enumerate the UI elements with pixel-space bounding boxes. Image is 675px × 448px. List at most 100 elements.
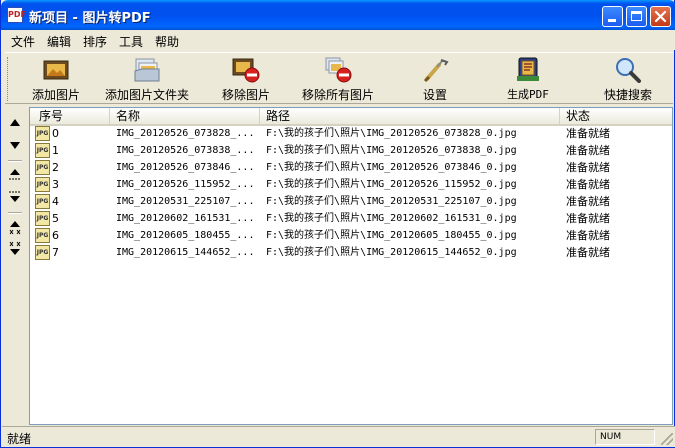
row-path: F:\我的孩子们\照片\IMG_20120602_161531_0.jpg [266,213,517,224]
remove-all-label: 移除所有图片 [301,88,374,102]
row-path: F:\我的孩子们\照片\IMG_20120526_115952_0.jpg [266,179,517,190]
app-window: PDF 新项目 - 图片转PDF 文件 编辑 排序 工具 帮助 添加图片 添加图… [0,0,675,448]
column-status[interactable]: 状态 [560,108,672,125]
row-index: 0 [52,127,59,140]
jpg-file-icon: JPG [35,177,50,192]
resize-grip-icon[interactable] [661,433,673,445]
jpg-file-icon: JPG [35,228,50,243]
move-top-button[interactable] [4,164,26,186]
add-folder-button[interactable]: 添加图片文件夹 [103,53,191,103]
jpg-file-icon: JPG [35,211,50,226]
column-index[interactable]: 序号 [30,108,110,125]
minimize-icon [608,19,616,22]
table-row[interactable]: JPG 6 IMG_20120605_180455_... F:\我的孩子们\照… [30,227,672,244]
maximize-button[interactable] [626,6,647,27]
row-name: IMG_20120531_225107_... [116,196,255,207]
row-name: IMG_20120526_073838_... [116,145,255,156]
menu-bar: 文件 编辑 排序 工具 帮助 [2,30,675,50]
settings-icon [423,59,449,83]
jpg-file-icon: JPG [35,160,50,175]
row-path: F:\我的孩子们\照片\IMG_20120531_225107_0.jpg [266,196,517,207]
row-index: 2 [52,161,59,174]
sort-up-button[interactable] [4,216,26,238]
row-status: 准备就绪 [566,246,610,259]
generate-pdf-label: 生成PDF [507,88,549,101]
settings-button[interactable]: 设置 [407,53,463,103]
add-folder-label: 添加图片文件夹 [104,88,189,102]
close-button[interactable] [650,6,671,27]
row-path: F:\我的孩子们\照片\IMG_20120526_073838_0.jpg [266,145,517,156]
remove-image-label: 移除图片 [221,88,270,102]
generate-pdf-button[interactable]: 生成PDF [493,53,563,103]
row-name: IMG_20120526_115952_... [116,179,255,190]
row-index: 1 [52,144,59,157]
menu-help[interactable]: 帮助 [155,33,179,50]
row-index: 4 [52,195,59,208]
row-status: 准备就绪 [566,161,610,174]
row-index: 3 [52,178,59,191]
window-title: 新项目 - 图片转PDF [29,11,151,26]
row-name: IMG_20120526_073828_... [116,128,255,139]
minimize-button[interactable] [602,6,623,27]
arrow-down-icon [10,142,20,149]
table-row[interactable]: JPG 7 IMG_20120615_144652_... F:\我的孩子们\照… [30,244,672,261]
move-up-button[interactable] [4,112,26,134]
row-path: F:\我的孩子们\照片\IMG_20120526_073846_0.jpg [266,162,517,173]
menu-tools[interactable]: 工具 [119,33,143,50]
add-image-button[interactable]: 添加图片 [25,53,87,103]
settings-label: 设置 [422,88,447,102]
toolbar: 添加图片 添加图片文件夹 移除图片 移除所有图片 设置 生成PDF 快捷搜索 [5,52,673,104]
row-name: IMG_20120526_073846_... [116,162,255,173]
row-path: F:\我的孩子们\照片\IMG_20120615_144652_0.jpg [266,247,517,258]
table-row[interactable]: JPG 2 IMG_20120526_073846_... F:\我的孩子们\照… [30,159,672,176]
table-row[interactable]: JPG 5 IMG_20120602_161531_... F:\我的孩子们\照… [30,210,672,227]
toolbar-grip[interactable] [7,57,10,101]
sort-down-button[interactable] [4,238,26,260]
remove-image-button[interactable]: 移除图片 [215,53,277,103]
sort-desc-icon [9,241,21,255]
move-bottom-button[interactable] [4,186,26,208]
row-path: F:\我的孩子们\照片\IMG_20120526_073828_0.jpg [266,128,517,139]
jpg-file-icon: JPG [35,126,50,141]
sidebar-separator [8,160,22,162]
jpg-file-icon: JPG [35,194,50,209]
column-name[interactable]: 名称 [110,108,260,125]
app-logo-icon[interactable]: PDF [7,7,26,23]
row-name: IMG_20120615_144652_... [116,247,255,258]
table-row[interactable]: JPG 3 IMG_20120526_115952_... F:\我的孩子们\照… [30,176,672,193]
status-bar: 就绪 NUM [2,426,675,447]
remove-all-button[interactable]: 移除所有图片 [295,53,381,103]
table-row[interactable]: JPG 4 IMG_20120531_225107_... F:\我的孩子们\照… [30,193,672,210]
close-icon [654,10,667,23]
row-index: 5 [52,212,59,225]
menu-edit[interactable]: 编辑 [47,33,71,50]
generate-pdf-icon [517,57,539,81]
column-path[interactable]: 路径 [260,108,560,125]
add-image-label: 添加图片 [31,88,80,102]
sidebar-separator [8,212,22,214]
order-sidebar [4,108,26,424]
quick-search-button[interactable]: 快捷搜索 [593,53,663,103]
row-name: IMG_20120605_180455_... [116,230,255,241]
move-down-button[interactable] [4,134,26,156]
list-header: 序号 名称 路径 状态 [30,108,672,126]
row-status: 准备就绪 [566,127,610,140]
table-row[interactable]: JPG 0 IMG_20120526_073828_... F:\我的孩子们\照… [30,125,672,142]
row-index: 7 [52,246,59,259]
image-list[interactable]: 序号 名称 路径 状态 JPG 0 IMG_20120526_073828_..… [29,107,673,425]
remove-image-icon [232,58,260,83]
add-image-icon [43,60,69,80]
row-status: 准备就绪 [566,229,610,242]
row-status: 准备就绪 [566,212,610,225]
row-status: 准备就绪 [566,195,610,208]
title-bar[interactable]: PDF 新项目 - 图片转PDF [1,0,675,30]
table-row[interactable]: JPG 1 IMG_20120526_073838_... F:\我的孩子们\照… [30,142,672,159]
maximize-icon [631,11,642,21]
row-status: 准备就绪 [566,144,610,157]
remove-all-icon [325,57,352,83]
row-status: 准备就绪 [566,178,610,191]
arrow-top-icon [9,169,21,180]
menu-sort[interactable]: 排序 [83,33,107,50]
menu-file[interactable]: 文件 [11,33,35,50]
row-name: IMG_20120602_161531_... [116,213,255,224]
